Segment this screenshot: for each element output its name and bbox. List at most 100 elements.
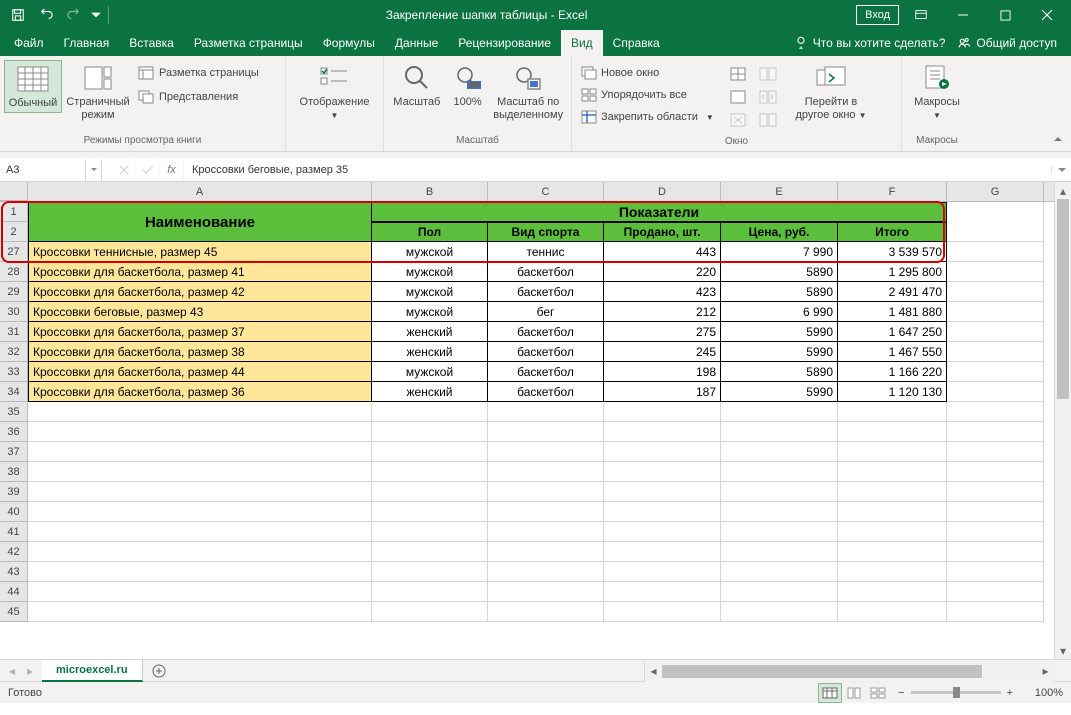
menu-review[interactable]: Рецензирование (448, 30, 561, 56)
horizontal-scrollbar[interactable]: ◂ ▸ (644, 660, 1054, 682)
cell-sold[interactable]: 198 (604, 362, 721, 382)
cell-empty[interactable] (838, 402, 947, 422)
cell-empty[interactable] (721, 522, 838, 542)
cell-empty[interactable] (604, 422, 721, 442)
row-header[interactable]: 31 (0, 322, 28, 342)
cell-empty[interactable] (721, 422, 838, 442)
qat-customize-button[interactable] (90, 3, 102, 27)
cell-empty[interactable] (28, 402, 372, 422)
hscroll-thumb[interactable] (662, 665, 982, 678)
row-header[interactable]: 35 (0, 402, 28, 422)
cell-empty[interactable] (721, 542, 838, 562)
cell-empty[interactable] (947, 602, 1044, 622)
next-sheet-button[interactable]: ▸ (22, 663, 38, 679)
zoom-100-button[interactable]: 100 100% (446, 60, 490, 111)
cell-empty[interactable] (838, 602, 947, 622)
cell-empty[interactable] (721, 462, 838, 482)
cell-empty[interactable] (372, 402, 488, 422)
cell-gender[interactable]: мужской (372, 302, 488, 322)
subheader-sport[interactable]: Вид спорта (488, 222, 604, 242)
cell-total[interactable]: 1 467 550 (838, 342, 947, 362)
maximize-button[interactable] (985, 0, 1025, 30)
cell-name[interactable]: Кроссовки для баскетбола, размер 44 (28, 362, 372, 382)
row-header[interactable]: 45 (0, 602, 28, 622)
freeze-panes-dropdown[interactable]: Закрепить области ▼ (578, 106, 724, 128)
cell-sold[interactable]: 187 (604, 382, 721, 402)
cell-price[interactable]: 5890 (721, 362, 838, 382)
cell-gender[interactable]: мужской (372, 242, 488, 262)
unhide-window-button[interactable] (728, 110, 748, 130)
cell-total[interactable]: 2 491 470 (838, 282, 947, 302)
cell-empty[interactable] (838, 482, 947, 502)
menu-page-layout[interactable]: Разметка страницы (184, 30, 313, 56)
redo-button[interactable] (62, 3, 86, 27)
cell-empty[interactable] (28, 422, 372, 442)
cell-empty[interactable] (372, 542, 488, 562)
cell-sold[interactable]: 220 (604, 262, 721, 282)
cell-empty[interactable] (372, 482, 488, 502)
cell-empty[interactable] (947, 502, 1044, 522)
col-header-G[interactable]: G (947, 182, 1044, 201)
cell-empty[interactable] (488, 462, 604, 482)
row-header[interactable]: 37 (0, 442, 28, 462)
tell-me-search[interactable]: Что вы хотите сделать? (794, 36, 946, 50)
cell-sold[interactable]: 212 (604, 302, 721, 322)
row-header[interactable]: 39 (0, 482, 28, 502)
enter-formula-button[interactable] (136, 159, 160, 181)
cell-empty[interactable] (488, 402, 604, 422)
cell-empty[interactable] (947, 362, 1044, 382)
cell-name[interactable]: Кроссовки теннисные, размер 45 (28, 242, 372, 262)
switch-windows-dropdown[interactable]: Перейти в другое окно ▼ (786, 60, 876, 124)
sheet-tab-active[interactable]: microexcel.ru (42, 660, 143, 682)
cell-empty[interactable] (721, 562, 838, 582)
row-header-2[interactable]: 2 (0, 222, 28, 242)
cell-empty[interactable] (947, 322, 1044, 342)
cell-empty[interactable] (947, 342, 1044, 362)
cell-sport[interactable]: баскетбол (488, 322, 604, 342)
menu-data[interactable]: Данные (385, 30, 448, 56)
zoom-selection-button[interactable]: Масштаб по выделенному (489, 60, 567, 124)
cell-empty[interactable] (488, 502, 604, 522)
cell-empty[interactable] (838, 462, 947, 482)
scroll-right-button[interactable]: ▸ (1037, 663, 1054, 680)
row-header[interactable]: 32 (0, 342, 28, 362)
cell-total[interactable]: 1 120 130 (838, 382, 947, 402)
cell-name[interactable]: Кроссовки беговые, размер 43 (28, 302, 372, 322)
cell-total[interactable]: 1 481 880 (838, 302, 947, 322)
cell-empty[interactable] (838, 442, 947, 462)
menu-view[interactable]: Вид (561, 30, 603, 56)
select-all-corner[interactable] (0, 182, 28, 201)
cell-empty[interactable] (28, 462, 372, 482)
cell-empty[interactable] (488, 542, 604, 562)
row-header[interactable]: 38 (0, 462, 28, 482)
cell-empty[interactable] (488, 562, 604, 582)
cell-empty[interactable] (947, 462, 1044, 482)
cell-name[interactable]: Кроссовки для баскетбола, размер 42 (28, 282, 372, 302)
view-normal-button[interactable]: Обычный (4, 60, 62, 113)
row-header[interactable]: 40 (0, 502, 28, 522)
cell-gender[interactable]: мужской (372, 262, 488, 282)
display-options-dropdown[interactable]: Отображение▼ (291, 60, 379, 124)
formula-input[interactable]: Кроссовки беговые, размер 35 (184, 164, 1051, 176)
cell-empty[interactable] (721, 442, 838, 462)
cell-empty[interactable] (604, 462, 721, 482)
header-indicators-merged[interactable]: Показатели (372, 202, 947, 222)
cell-gender[interactable]: женский (372, 382, 488, 402)
cell-gender[interactable]: женский (372, 322, 488, 342)
view-side-by-side-button[interactable] (758, 64, 778, 84)
header-name-merged[interactable]: Наименование (28, 202, 372, 242)
cell-empty[interactable] (488, 602, 604, 622)
cell-name[interactable]: Кроссовки для баскетбола, размер 37 (28, 322, 372, 342)
vertical-scrollbar[interactable]: ▴ ▾ (1054, 182, 1071, 659)
collapse-ribbon-button[interactable] (1049, 131, 1067, 147)
cell-empty[interactable] (372, 502, 488, 522)
cell-empty[interactable] (838, 502, 947, 522)
cell-sport[interactable]: баскетбол (488, 362, 604, 382)
name-box[interactable]: A3 (0, 159, 86, 181)
cell-empty[interactable] (604, 542, 721, 562)
cell-empty[interactable] (838, 542, 947, 562)
cell-price[interactable]: 5890 (721, 262, 838, 282)
cell-empty[interactable] (604, 442, 721, 462)
row-header[interactable]: 28 (0, 262, 28, 282)
cell-name[interactable]: Кроссовки для баскетбола, размер 41 (28, 262, 372, 282)
